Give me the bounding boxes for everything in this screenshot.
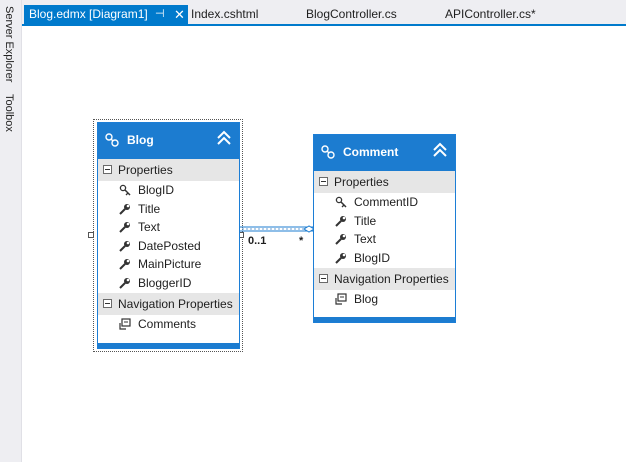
property-name: BlogID bbox=[138, 183, 175, 197]
wrench-icon bbox=[335, 252, 346, 264]
entity-footer bbox=[98, 343, 239, 348]
navigation-property-row[interactable]: Blog bbox=[314, 290, 455, 309]
key-icon bbox=[335, 196, 347, 208]
navigation-property-name: Comments bbox=[138, 317, 197, 331]
property-name: Text bbox=[354, 232, 377, 246]
properties-section[interactable]: Properties bbox=[314, 171, 455, 193]
section-label: Navigation Properties bbox=[118, 297, 233, 311]
collapse-section-icon[interactable] bbox=[103, 165, 112, 174]
property-name: BloggerID bbox=[138, 275, 192, 290]
property-row[interactable]: Title bbox=[314, 212, 455, 231]
property-name: Title bbox=[354, 213, 377, 228]
property-name: MainPicture bbox=[138, 257, 202, 271]
entity-type-icon bbox=[321, 145, 335, 159]
property-name: BlogID bbox=[354, 250, 391, 265]
entity-header: Blog bbox=[98, 123, 239, 159]
multiplicity-comment-end: * bbox=[299, 235, 304, 247]
collapse-icon[interactable] bbox=[431, 141, 449, 159]
entity-title: Comment bbox=[343, 145, 399, 159]
collapse-section-icon[interactable] bbox=[319, 177, 328, 186]
navigation-property-name: Blog bbox=[354, 292, 379, 306]
wrench-icon bbox=[119, 277, 130, 289]
section-label: Properties bbox=[118, 163, 173, 177]
property-row[interactable]: DatePosted bbox=[98, 237, 239, 256]
navigation-property-row[interactable]: Comments bbox=[98, 315, 239, 334]
property-row[interactable]: MainPicture bbox=[98, 255, 239, 274]
navigation-icon bbox=[335, 293, 347, 305]
navigation-icon bbox=[119, 318, 131, 330]
property-row[interactable]: CommentID bbox=[314, 193, 455, 212]
wrench-icon bbox=[335, 234, 346, 245]
properties-section[interactable]: Properties bbox=[98, 159, 239, 181]
wrench-icon bbox=[119, 240, 130, 252]
entity-header: Comment bbox=[314, 135, 455, 171]
property-row[interactable]: Text bbox=[314, 230, 455, 249]
collapse-icon[interactable] bbox=[215, 129, 233, 147]
navigation-properties-section[interactable]: Navigation Properties bbox=[98, 293, 239, 315]
navigation-properties-section[interactable]: Navigation Properties bbox=[314, 268, 455, 290]
entity-type-icon bbox=[105, 133, 119, 147]
wrench-icon bbox=[119, 222, 130, 233]
property-row[interactable]: BlogID bbox=[314, 249, 455, 268]
entity-blog[interactable]: Blog Properties BlogID Title Text DatePo… bbox=[97, 122, 240, 349]
entity-title: Blog bbox=[127, 133, 154, 147]
collapse-section-icon[interactable] bbox=[103, 299, 112, 308]
property-list: BlogID Title Text DatePosted MainPicture… bbox=[98, 181, 239, 292]
property-row[interactable]: BloggerID bbox=[98, 274, 239, 293]
property-name: DatePosted bbox=[138, 238, 201, 253]
collapse-section-icon[interactable] bbox=[319, 274, 328, 283]
section-label: Navigation Properties bbox=[334, 272, 449, 286]
wrench-icon bbox=[119, 259, 130, 270]
property-list: CommentID Title Text BlogID bbox=[314, 193, 455, 267]
entity-comment[interactable]: Comment Properties CommentID Title Text … bbox=[313, 134, 456, 323]
property-row[interactable]: BlogID bbox=[98, 181, 239, 200]
wrench-icon bbox=[119, 203, 130, 215]
property-name: Title bbox=[138, 201, 161, 216]
property-row[interactable]: Title bbox=[98, 200, 239, 219]
wrench-icon bbox=[335, 215, 346, 227]
multiplicity-blog-end: 0..1 bbox=[248, 235, 267, 247]
property-name: Text bbox=[138, 220, 161, 234]
key-icon bbox=[119, 184, 131, 196]
entity-footer bbox=[314, 317, 455, 322]
property-name: CommentID bbox=[354, 195, 419, 209]
property-row[interactable]: Text bbox=[98, 218, 239, 237]
section-label: Properties bbox=[334, 175, 389, 189]
